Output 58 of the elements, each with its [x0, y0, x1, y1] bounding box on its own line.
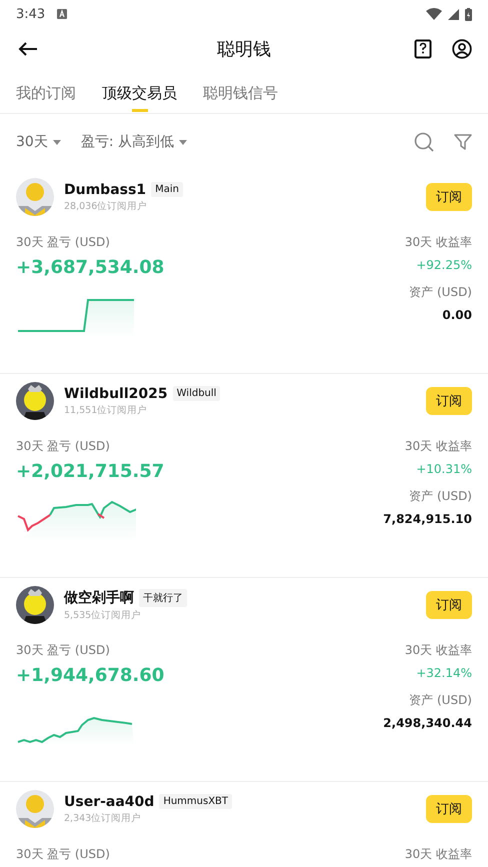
trader-name[interactable]: Dumbass1	[64, 182, 146, 198]
subscriber-count: 2,343位订阅用户	[64, 812, 142, 824]
assets-label: 资产 (USD)	[409, 488, 472, 505]
avatar	[16, 178, 54, 216]
tab[interactable]: 聪明钱信号	[203, 76, 278, 110]
subscribe-button[interactable]: 订阅	[426, 795, 472, 823]
avatar	[16, 586, 54, 624]
tab[interactable]: 顶级交易员	[102, 76, 177, 110]
pnl-value: +3,687,534.08	[16, 257, 164, 278]
wifi-icon	[426, 8, 442, 20]
pnl-label: 30天 盈亏 (USD)	[16, 234, 111, 251]
tab[interactable]: 我的订阅	[16, 76, 76, 110]
page-title: 聪明钱	[217, 38, 271, 61]
pnl-label: 30天 盈亏 (USD)	[16, 438, 111, 455]
caret-icon	[179, 140, 187, 144]
return-rate-value: +92.25%	[416, 258, 472, 272]
pnl-value: +2,021,715.57	[16, 461, 164, 482]
return-rate-value: +10.31%	[416, 462, 472, 476]
subscriber-count: 11,551位订阅用户	[64, 404, 148, 416]
assets-value: 0.00	[442, 308, 472, 322]
filter-icon[interactable]	[454, 133, 472, 151]
return-rate-value: +32.14%	[416, 666, 472, 680]
back-arrow-icon[interactable]	[18, 41, 38, 57]
return-rate-label: 30天 收益率	[404, 642, 472, 659]
caret-icon	[52, 140, 61, 144]
pnl-label: 30天 盈亏 (USD)	[16, 642, 111, 659]
subscribe-button[interactable]: 订阅	[426, 387, 472, 415]
status-time: 3:43	[16, 6, 46, 22]
profile-icon[interactable]	[452, 39, 472, 59]
help-book-icon[interactable]	[414, 39, 432, 59]
pnl-label: 30天 盈亏 (USD)	[16, 846, 110, 863]
trader-name[interactable]: Wildbull2025	[64, 386, 168, 402]
subscribe-button[interactable]: 订阅	[426, 591, 472, 619]
battery-icon	[465, 8, 472, 20]
search-icon[interactable]	[414, 132, 434, 152]
assets-label: 资产 (USD)	[409, 692, 472, 709]
trader-name[interactable]: 做空剁手啊	[64, 588, 134, 606]
notification-icon	[57, 9, 68, 19]
subscriber-count: 28,036位订阅用户	[64, 200, 148, 212]
pnl-value: +1,944,678.60	[16, 665, 164, 686]
trader-tag: Wildbull	[172, 386, 220, 401]
avatar	[16, 382, 54, 420]
subscribe-button[interactable]: 订阅	[426, 183, 472, 211]
trader-tag: 干就行了	[139, 588, 187, 606]
assets-value: 7,824,915.10	[383, 512, 472, 526]
avatar	[16, 790, 54, 828]
return-rate-label: 30天 收益率	[404, 846, 472, 863]
sort-dropdown[interactable]: 盈亏: 从高到低	[80, 133, 187, 151]
return-rate-label: 30天 收益率	[404, 234, 472, 251]
subscriber-count: 5,535位订阅用户	[64, 608, 142, 622]
signal-icon	[448, 8, 459, 20]
period-dropdown[interactable]: 30天	[16, 133, 61, 151]
assets-value: 2,498,340.44	[383, 716, 472, 730]
trader-name[interactable]: User-aa40d	[64, 794, 154, 810]
trader-tag: HummusXBT	[159, 794, 232, 809]
return-rate-label: 30天 收益率	[404, 438, 472, 455]
trader-tag: Main	[151, 182, 183, 197]
assets-label: 资产 (USD)	[409, 284, 472, 301]
